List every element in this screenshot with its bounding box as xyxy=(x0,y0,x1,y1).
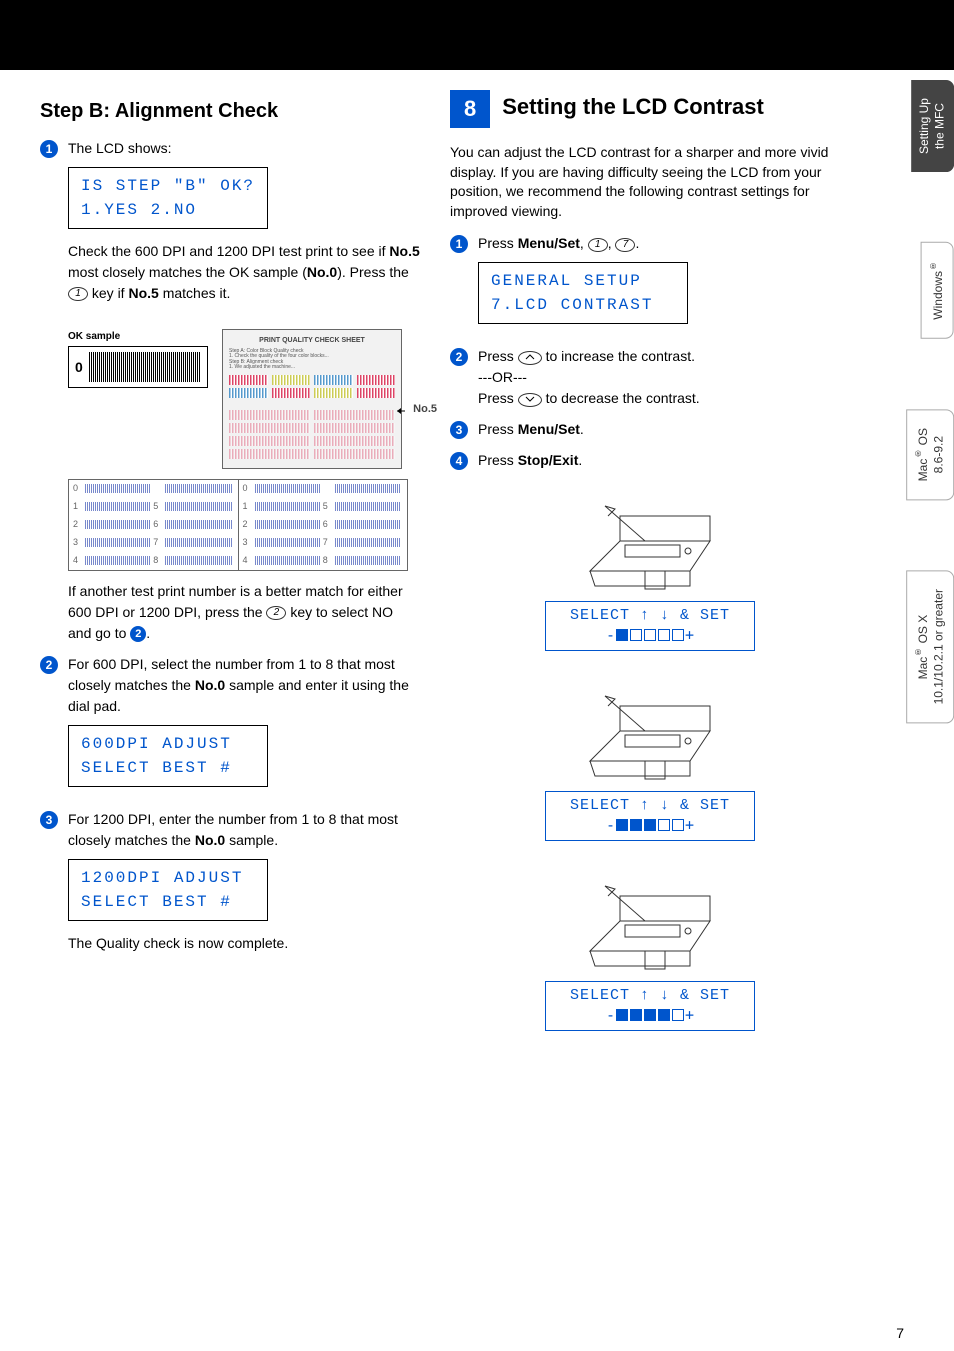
ok-sample-stripes xyxy=(89,352,201,382)
mfc-unit-illustration-3 xyxy=(570,861,730,981)
lcd-select-level-3: SELECT ↑ ↓ & SET -+ xyxy=(545,791,755,841)
step-b-heading: Step B: Alignment Check xyxy=(40,100,420,123)
lcd-display-step-b-ok: IS STEP "B" OK? 1.YES 2.NO xyxy=(68,167,268,229)
key-1-icon: 1 xyxy=(588,238,608,252)
left-column: Step B: Alignment Check 1 The LCD shows:… xyxy=(40,90,420,1051)
right-step-badge-4: 4 xyxy=(450,452,468,470)
header-bar xyxy=(0,0,954,70)
side-tab-setup[interactable]: Setting Upthe MFC xyxy=(911,80,954,172)
lcd-display-600dpi: 600DPI ADJUST SELECT BEST # xyxy=(68,725,268,787)
lcd-select-level-1: SELECT ↑ ↓ & SET -+ xyxy=(545,601,755,651)
step-badge-3: 3 xyxy=(40,811,58,829)
side-tab-mac-classic[interactable]: Mac® OS8.6-9.2 xyxy=(906,409,954,500)
quality-check-sheet: PRINT QUALITY CHECK SHEET Step A: Color … xyxy=(222,329,402,469)
step1-paragraph: Check the 600 DPI and 1200 DPI test prin… xyxy=(68,241,420,304)
key-7-icon: 7 xyxy=(615,238,635,252)
step1-intro: The LCD shows: xyxy=(68,140,171,156)
side-tab-mac-osx[interactable]: Mac® OS X10.1/10.2.1 or greater xyxy=(906,570,954,723)
mfc-unit-illustration-1 xyxy=(570,481,730,601)
lcd-display-general-setup: GENERAL SETUP 7.LCD CONTRAST xyxy=(478,262,688,324)
section-number-box: 8 xyxy=(450,90,490,128)
side-tab-windows[interactable]: Windows® xyxy=(921,242,954,339)
section-title: Setting the LCD Contrast xyxy=(502,90,764,120)
right-step-badge-1: 1 xyxy=(450,235,468,253)
key-1-icon: 1 xyxy=(68,287,88,301)
mfc-unit-illustration-2 xyxy=(570,671,730,791)
lcd-display-1200dpi: 1200DPI ADJUST SELECT BEST # xyxy=(68,859,268,921)
page-number: 7 xyxy=(896,1325,904,1341)
no5-label: No.5 xyxy=(413,401,437,418)
finish-text: The Quality check is now complete. xyxy=(68,933,420,954)
step-badge-1: 1 xyxy=(40,140,58,158)
up-key-icon xyxy=(518,351,542,365)
step-badge-2: 2 xyxy=(40,656,58,674)
alignment-illustration: OK sample 0 PRINT QUALITY CHECK SHEET St… xyxy=(68,329,420,469)
step1-paragraph2: If another test print number is a better… xyxy=(68,581,420,644)
down-key-icon xyxy=(518,393,542,407)
goto-step-2-badge: 2 xyxy=(130,626,146,642)
lcd-select-level-4: SELECT ↑ ↓ & SET -+ xyxy=(545,981,755,1031)
key-2-icon: 2 xyxy=(266,606,286,620)
alignment-sample-table: 0 15 26 37 48 0 15 26 37 48 xyxy=(68,479,408,571)
right-column: 8 Setting the LCD Contrast You can adjus… xyxy=(450,90,850,1051)
ok-sample-label: OK sample xyxy=(68,329,208,344)
right-step-badge-3: 3 xyxy=(450,421,468,439)
right-step-badge-2: 2 xyxy=(450,348,468,366)
contrast-intro: You can adjust the LCD contrast for a sh… xyxy=(450,143,850,221)
side-tab-nav: Setting Upthe MFC Windows® Mac® OS8.6-9.… xyxy=(906,80,954,724)
